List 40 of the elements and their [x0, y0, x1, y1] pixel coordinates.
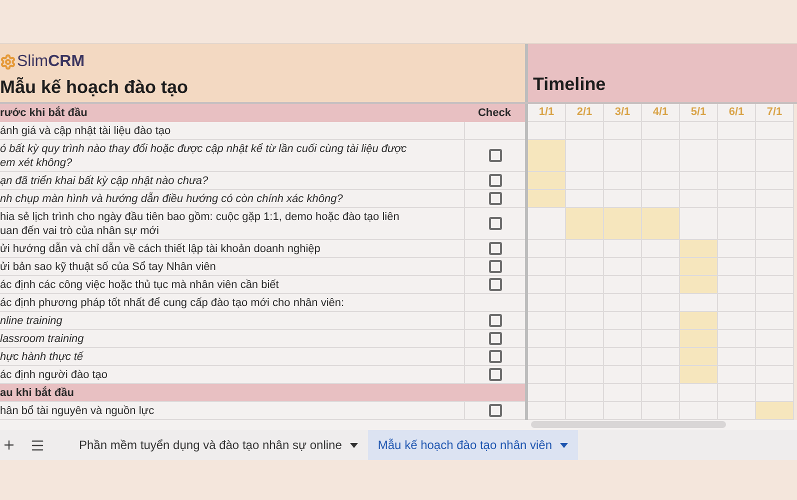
task-text: hực hành thực tế — [0, 350, 84, 364]
task-text: ác định các công việc hoặc thủ tục mà nhân viên cần biết — [0, 278, 280, 292]
logo: SlimCRM — [17, 52, 85, 72]
gear-icon — [0, 54, 16, 70]
checkbox[interactable] — [488, 192, 502, 205]
task-text: ửi bản sao kỹ thuật số của Sổ tay Nhân viên — [0, 260, 217, 274]
checkbox[interactable] — [488, 332, 502, 345]
task-text: ác định người đào tạo — [0, 368, 109, 382]
checkbox[interactable] — [488, 174, 502, 187]
column-header: Check — [476, 106, 512, 121]
task-text: ạn đã triển khai bất kỳ cập nhật nào chưa? — [0, 174, 210, 188]
checkbox[interactable] — [488, 278, 502, 291]
section-heading: au khi bắt đầu — [0, 385, 75, 400]
checkbox[interactable] — [488, 350, 502, 363]
timeline-title: Timeline — [533, 73, 606, 96]
add-sheet-icon[interactable] — [2, 438, 16, 452]
caret-icon — [350, 442, 358, 448]
task-text: nh chụp màn hình và hướng dẫn điều hướng có còn chính xác không? — [0, 192, 344, 206]
checkbox[interactable] — [488, 260, 502, 273]
checkbox[interactable] — [488, 368, 502, 381]
task-text: ác định phương pháp tốt nhất để cung cấp đào tạo mới cho nhân viên: — [0, 296, 346, 310]
checkbox[interactable] — [488, 404, 502, 417]
sheet-title: Mẫu kế hoạch đào tạo — [0, 76, 190, 99]
sheet-tab[interactable]: Mẫu kế hoạch đào tạo nhân viên — [368, 430, 578, 460]
task-text: lassroom training — [0, 332, 85, 346]
task-text: ánh giá và cập nhật tài liệu đào tạo — [0, 124, 172, 138]
task-text: ửi hướng dẫn và chỉ dẫn về cách thiết lập tài khoản doanh nghiệp — [0, 242, 322, 256]
checkbox[interactable] — [488, 314, 502, 327]
caret-icon — [560, 442, 568, 448]
scrollbar[interactable] — [531, 421, 726, 428]
task-text: nline training — [0, 314, 64, 328]
column-header: rước khi bắt đầu — [0, 105, 88, 121]
menu-icon[interactable] — [30, 438, 45, 452]
task-text: hân bổ tài nguyên và nguồn lực — [0, 404, 156, 418]
checkbox[interactable] — [488, 242, 502, 255]
sheet-tab[interactable]: Phần mềm tuyển dụng và đào tạo nhân sự online — [69, 430, 368, 460]
checkbox[interactable] — [488, 217, 502, 230]
checkbox[interactable] — [488, 149, 502, 162]
task-text: hia sẻ lịch trình cho ngày đầu tiên bao gồm: cuộc gặp 1:1, demo hoặc đào tạo liên uan đến vai trò của nhân sự mới — [0, 210, 400, 238]
task-text: ó bất kỳ quy trình nào thay đổi hoặc được cập nhật kể từ lần cuối cùng tài liệu được em xét không? — [0, 142, 408, 170]
